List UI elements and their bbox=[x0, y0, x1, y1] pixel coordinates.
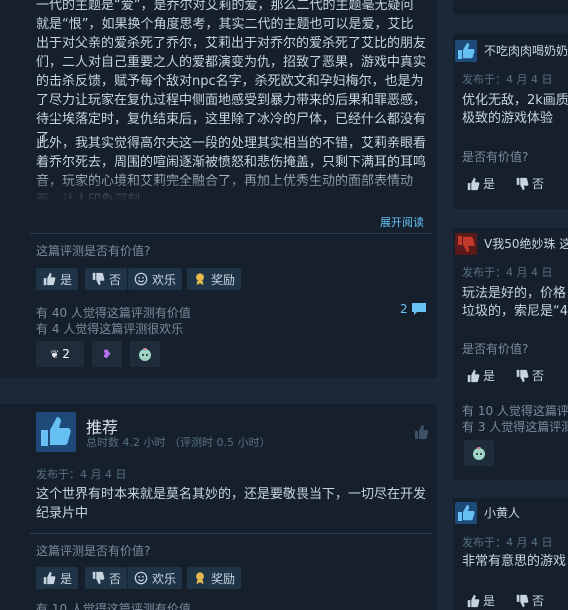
award-badge-2[interactable]: ❥ bbox=[92, 341, 122, 367]
right-award-badge[interactable] bbox=[464, 440, 494, 466]
award-badge-1[interactable]: ❦ 2 bbox=[36, 341, 84, 367]
divider-2 bbox=[30, 533, 432, 534]
thumb-up-badge-1 bbox=[455, 40, 477, 62]
thumbs-up-icon bbox=[458, 43, 475, 59]
funny-count: 有 4 人觉得这篇评测很欢乐 bbox=[36, 322, 184, 336]
right-author-1[interactable]: 不吃肉肉喝奶奶 bbox=[484, 42, 568, 61]
expand-link[interactable]: 展开阅读 bbox=[380, 214, 424, 230]
comment-count-link[interactable]: 2 bbox=[400, 302, 427, 316]
right-vote-no-label: 否 bbox=[532, 369, 545, 383]
award-label: 奖励 bbox=[211, 571, 236, 586]
award-badge-3[interactable] bbox=[130, 341, 160, 367]
right-author-3[interactable]: 小黄人 bbox=[484, 504, 520, 523]
thumb-up-badge-3 bbox=[455, 502, 477, 524]
smile-icon bbox=[134, 571, 148, 585]
vote-no-label: 否 bbox=[109, 571, 122, 586]
thumbs-down-icon bbox=[458, 236, 475, 252]
playtime: 总时数 4.2 小时 （评测时 0.5 小时） bbox=[86, 436, 271, 449]
thumbs-up-icon bbox=[467, 177, 480, 190]
thumbs-down-icon bbox=[92, 571, 105, 585]
thumbs-down-icon bbox=[516, 594, 529, 607]
right-author-2[interactable]: V我50绝妙珠 这 bbox=[484, 235, 568, 254]
vote-yes-button-2[interactable]: 是 bbox=[36, 567, 79, 589]
posted-date: 发布于：4 月 4 日 bbox=[36, 468, 127, 481]
thumbs-up-icon bbox=[467, 369, 480, 382]
award-badge-1-count: 2 bbox=[62, 347, 70, 361]
right-helpful-count-2: 有 10 人觉得这篇评 bbox=[462, 404, 568, 418]
right-body-2a: 玩法是好的，价格 bbox=[462, 286, 567, 301]
vote-funny-label: 欢乐 bbox=[152, 272, 177, 287]
helpful-question: 这篇评测是否有价值? bbox=[36, 244, 151, 258]
comment-icon bbox=[411, 303, 426, 315]
right-vote-no-3[interactable]: 否 bbox=[515, 592, 544, 609]
right-body-1a: 优化无敌，2k画质 bbox=[462, 93, 568, 108]
right-posted-3: 发布于：4 月 4 日 bbox=[462, 536, 553, 549]
award-button[interactable]: 奖励 bbox=[187, 268, 242, 290]
thumbs-down-icon bbox=[92, 272, 105, 286]
review-body-2: 这个世界有时本来就是莫名其妙的，还是要敬畏当下，一切尽在开发纪录片中 bbox=[36, 487, 427, 521]
right-vote-no-1[interactable]: 否 bbox=[515, 175, 544, 192]
right-vote-no-2[interactable]: 否 bbox=[515, 367, 544, 384]
review-body-1: 一代的主题是“爱”，是乔尔对艾莉的爱，那么二代的主题毫无疑问就是“恨”，如果换个… bbox=[36, 0, 427, 146]
thumbs-up-gray-icon bbox=[415, 425, 429, 439]
award-icon bbox=[196, 572, 204, 585]
thumbs-up-icon bbox=[43, 272, 56, 286]
divider bbox=[30, 233, 432, 234]
fade-overlay bbox=[30, 170, 430, 202]
right-vote-no-label: 否 bbox=[532, 594, 545, 608]
right-posted-2: 发布于：4 月 4 日 bbox=[462, 266, 553, 279]
right-body-3a: 非常有意思的游戏 bbox=[462, 554, 567, 569]
vote-yes-button[interactable]: 是 bbox=[36, 268, 79, 290]
right-funny-count-2: 有 3 人觉得这篇评测 bbox=[462, 420, 568, 434]
comment-count: 2 bbox=[400, 302, 408, 316]
right-vote-no-label: 否 bbox=[532, 177, 545, 191]
right-vote-yes-label: 是 bbox=[483, 369, 496, 383]
thumb-icon-gray[interactable] bbox=[413, 424, 429, 444]
thumbs-up-icon bbox=[458, 505, 475, 521]
smile-icon bbox=[134, 272, 148, 286]
vote-yes-label: 是 bbox=[60, 571, 73, 586]
thumbs-down-icon bbox=[516, 369, 529, 382]
right-posted-1: 发布于：4 月 4 日 bbox=[462, 73, 553, 86]
wings-icon: ❦ bbox=[50, 347, 60, 361]
right-helpful-q-2: 是否有价值? bbox=[462, 342, 529, 356]
vote-no-label: 否 bbox=[109, 272, 122, 287]
right-body-1b: 极致的游戏体验 bbox=[462, 111, 554, 126]
cute-face-icon bbox=[473, 447, 485, 460]
right-vote-yes-2[interactable]: 是 bbox=[466, 367, 495, 384]
thumb-down-badge-2 bbox=[455, 233, 477, 255]
right-vote-yes-3[interactable]: 是 bbox=[466, 592, 495, 609]
helpful-question-2: 这篇评测是否有价值? bbox=[36, 544, 151, 558]
vote-funny-button[interactable]: 欢乐 bbox=[128, 268, 183, 290]
award-button-2[interactable]: 奖励 bbox=[187, 567, 242, 589]
thumbs-up-icon bbox=[467, 594, 480, 607]
right-vote-yes-1[interactable]: 是 bbox=[466, 175, 495, 192]
vote-funny-label: 欢乐 bbox=[152, 571, 177, 586]
thumbs-up-large-icon bbox=[41, 417, 71, 446]
right-helpful-q-1: 是否有价值? bbox=[462, 150, 529, 164]
thumbs-up-icon bbox=[43, 571, 56, 585]
cute-face-icon bbox=[139, 348, 151, 361]
award-label: 奖励 bbox=[211, 272, 236, 287]
helpful-count: 有 40 人觉得这篇评测有价值 bbox=[36, 306, 191, 320]
vote-yes-label: 是 bbox=[60, 272, 73, 287]
vote-no-button-2[interactable]: 否 bbox=[85, 567, 128, 589]
helpful-count-2: 有 10 人觉得这篇评测有价值 bbox=[36, 602, 191, 610]
vote-funny-button-2[interactable]: 欢乐 bbox=[128, 567, 183, 589]
heart-wings-icon: ❥ bbox=[101, 347, 113, 361]
right-body-2b: 垃圾的，索尼是“40 bbox=[462, 304, 568, 319]
thumbs-down-icon bbox=[516, 177, 529, 190]
vote-no-button[interactable]: 否 bbox=[85, 268, 128, 290]
award-icon bbox=[196, 273, 204, 286]
recommend-thumb-box bbox=[36, 412, 76, 452]
right-card-top-stub bbox=[453, 0, 568, 14]
right-vote-yes-label: 是 bbox=[483, 177, 496, 191]
right-vote-yes-label: 是 bbox=[483, 594, 496, 608]
